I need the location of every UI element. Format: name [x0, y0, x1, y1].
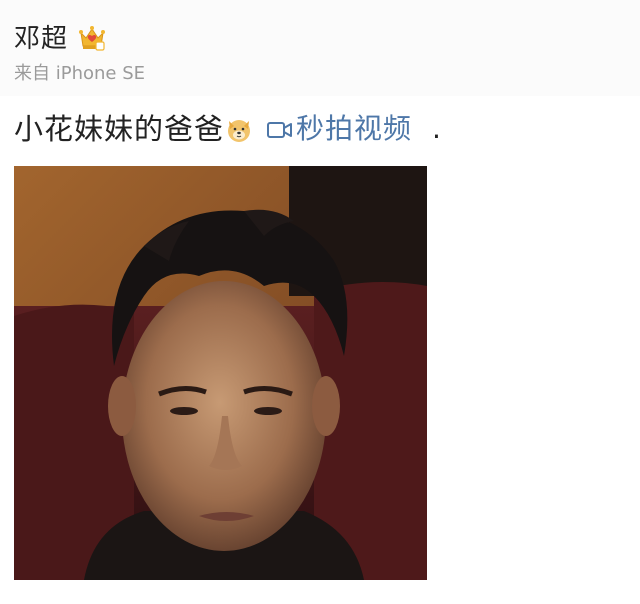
username[interactable]: 邓超 [14, 22, 68, 56]
post-header: 邓超 来自 iPhone SE [0, 0, 640, 96]
trailing-text: . [432, 112, 441, 145]
post-text: 小花妹妹的爸爸 [14, 112, 225, 146]
post-content: 小花妹妹的爸爸 秒拍视频 . [14, 110, 441, 148]
video-thumbnail[interactable] [14, 166, 427, 580]
dog-face-icon [226, 117, 252, 143]
video-link-label: 秒拍视频 [296, 112, 413, 145]
video-link[interactable]: 秒拍视频 [266, 110, 412, 148]
post-source: 来自 iPhone SE [14, 63, 146, 84]
user-row: 邓超 [14, 22, 106, 56]
video-camera-icon [266, 119, 294, 141]
crown-icon[interactable] [78, 24, 106, 52]
